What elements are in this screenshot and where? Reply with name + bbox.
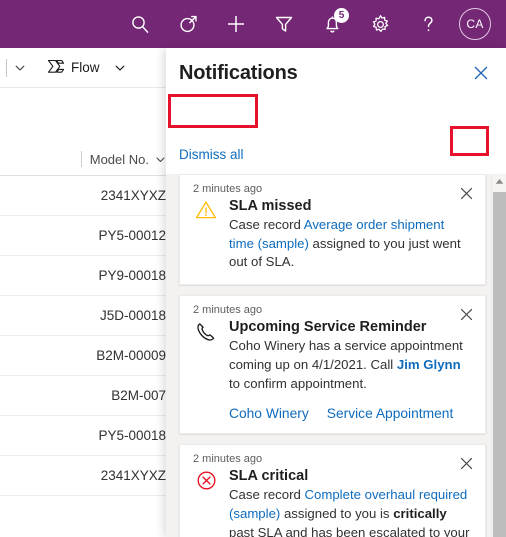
notifications-panel: Notifications Dismiss all 2 minutes ago bbox=[166, 48, 506, 537]
notification-title: SLA critical bbox=[229, 468, 309, 485]
card-dismiss-button-1[interactable] bbox=[455, 303, 477, 325]
notification-body: SLA missed Case record Average order shi… bbox=[193, 198, 471, 272]
phone-icon bbox=[193, 319, 219, 421]
notification-body: SLA critical Case record Complete overha… bbox=[193, 468, 471, 537]
text-segment: past SLA and has been escalated to your … bbox=[229, 524, 470, 537]
app-top-bar: 5 CA bbox=[0, 0, 506, 48]
notification-timestamp: 2 minutes ago bbox=[193, 304, 263, 317]
table-row[interactable]: PY9-00018 bbox=[0, 256, 176, 296]
list-item[interactable]: 2 minutes ago Upcoming Service Reminder … bbox=[179, 295, 486, 435]
avatar[interactable]: CA bbox=[452, 2, 498, 46]
search-icon[interactable] bbox=[116, 2, 164, 46]
cell-model-no: PY9-00018 bbox=[98, 268, 166, 283]
notification-content: SLA missed Case record Average order shi… bbox=[229, 198, 471, 272]
column-divider bbox=[80, 151, 82, 167]
notification-content: Upcoming Service Reminder Coho Winery ha… bbox=[229, 319, 471, 421]
assistant-icon[interactable] bbox=[164, 2, 212, 46]
gear-icon[interactable] bbox=[356, 2, 404, 46]
flow-button[interactable]: Flow bbox=[47, 59, 126, 77]
scroll-up-arrow-icon[interactable] bbox=[492, 174, 506, 188]
help-icon[interactable] bbox=[404, 2, 452, 46]
text-segment: assigned to you is bbox=[280, 506, 394, 522]
cell-model-no: PY5-00012 bbox=[98, 228, 166, 243]
grid-column-header[interactable]: Model No. bbox=[0, 143, 176, 176]
flow-chevron-down-icon[interactable] bbox=[114, 62, 126, 74]
contact-link[interactable]: Jim Glynn bbox=[397, 357, 461, 372]
notification-count-badge: 5 bbox=[334, 8, 349, 23]
link-coho-winery[interactable]: Coho Winery bbox=[229, 406, 309, 421]
table-row[interactable]: B2M-00009 bbox=[0, 336, 176, 376]
notification-text: Case record Complete overhaul required (… bbox=[229, 486, 471, 537]
cell-model-no: 2341XYXZ bbox=[100, 468, 166, 483]
notification-title: SLA missed bbox=[229, 198, 312, 214]
grid-row-list: 2341XYXZ PY5-00012 PY9-00018 J5D-00018 B… bbox=[0, 176, 176, 496]
column-sort-chevron-down-icon[interactable] bbox=[155, 154, 166, 165]
table-row[interactable]: B2M-007 bbox=[0, 376, 176, 416]
notification-card-list: 2 minutes ago SLA missed Case record Ave… bbox=[166, 174, 506, 537]
table-row[interactable]: J5D-00018 bbox=[0, 296, 176, 336]
error-circle-icon bbox=[193, 468, 219, 537]
flow-label: Flow bbox=[71, 60, 100, 75]
scrollbar-thumb[interactable] bbox=[493, 192, 506, 537]
table-row[interactable]: 2341XYXZ bbox=[0, 456, 176, 496]
list-item[interactable]: 2 minutes ago SLA critical Case record C… bbox=[179, 444, 486, 537]
notification-action-links: Coho Winery Service Appointment bbox=[229, 406, 471, 421]
notification-content: SLA critical Case record Complete overha… bbox=[229, 468, 471, 537]
text-segment: Case record bbox=[229, 217, 304, 232]
notification-text: Case record Average order shipment time … bbox=[229, 216, 471, 272]
command-overflow-chevron-down-icon[interactable] bbox=[7, 48, 33, 88]
command-bar: Flow bbox=[0, 48, 176, 88]
card-dismiss-button-2[interactable] bbox=[455, 452, 477, 474]
card-dismiss-button-0[interactable] bbox=[455, 182, 477, 204]
top-bar-icon-group: 5 CA bbox=[116, 2, 498, 46]
bell-icon[interactable]: 5 bbox=[308, 2, 356, 46]
avatar-initials: CA bbox=[459, 8, 491, 40]
notifications-panel-header: Notifications bbox=[166, 48, 506, 94]
table-row[interactable]: PY5-00018 bbox=[0, 416, 176, 456]
list-item[interactable]: 2 minutes ago SLA missed Case record Ave… bbox=[179, 174, 486, 286]
notification-timestamp: 2 minutes ago bbox=[193, 453, 263, 466]
emphasis-text: critically bbox=[393, 506, 447, 522]
text-segment: to confirm appointment. bbox=[229, 375, 367, 391]
filter-icon[interactable] bbox=[260, 2, 308, 46]
cell-model-no: J5D-00018 bbox=[99, 308, 166, 323]
page-title: Notifications bbox=[179, 62, 298, 84]
cell-model-no: B2M-00009 bbox=[96, 348, 166, 363]
notification-text: Coho Winery has a service appointment co… bbox=[229, 337, 471, 393]
cell-model-no: B2M-007 bbox=[111, 388, 166, 403]
cell-model-no: 2341XYXZ bbox=[100, 188, 166, 203]
table-row[interactable]: PY5-00012 bbox=[0, 216, 176, 256]
plus-icon[interactable] bbox=[212, 2, 260, 46]
cell-model-no: PY5-00018 bbox=[98, 428, 166, 443]
warning-triangle-icon bbox=[193, 198, 219, 272]
notification-body: Upcoming Service Reminder Coho Winery ha… bbox=[193, 319, 471, 421]
close-icon[interactable] bbox=[470, 62, 492, 84]
notification-title: Upcoming Service Reminder bbox=[229, 319, 427, 336]
flow-icon bbox=[47, 59, 65, 77]
notification-timestamp: 2 minutes ago bbox=[193, 183, 263, 195]
link-service-appointment[interactable]: Service Appointment bbox=[327, 406, 454, 421]
text-segment: Case record bbox=[229, 487, 305, 503]
table-row[interactable]: 2341XYXZ bbox=[0, 176, 176, 216]
dismiss-all-link[interactable]: Dismiss all bbox=[179, 147, 244, 162]
column-header-label: Model No. bbox=[89, 151, 149, 167]
panel-scrollbar[interactable] bbox=[491, 174, 506, 537]
